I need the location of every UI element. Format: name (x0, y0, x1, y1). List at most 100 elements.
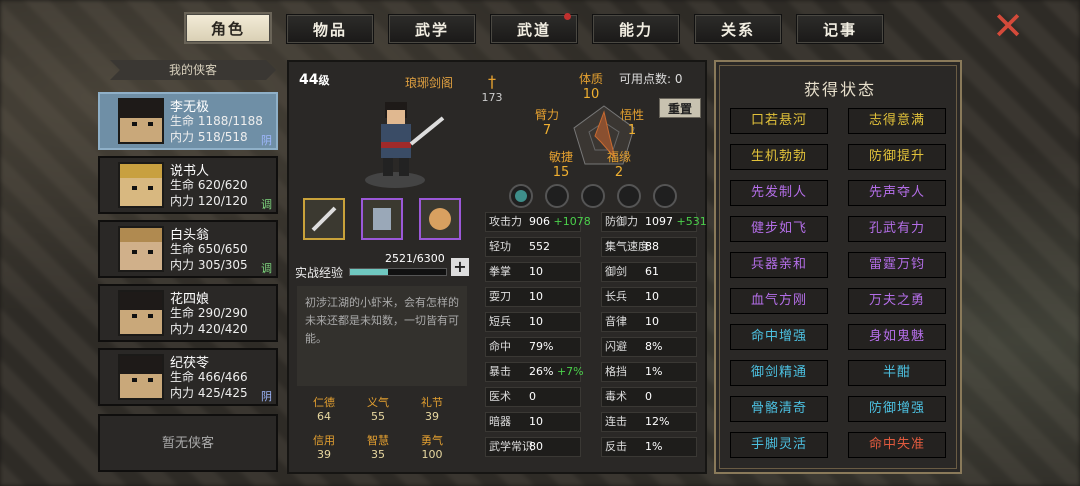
member-mp: 内力 425/425 (170, 386, 248, 400)
weapon-slot[interactable] (303, 198, 345, 240)
close-icon[interactable]: ✕ (990, 7, 1026, 45)
mask-icon (429, 208, 451, 230)
character-panel: 44级 琅琊剑阁 † 173 可用点数: 0 重置 体质 10 臂力 7 悟性 1 敏捷… (287, 60, 707, 474)
stat-label: 暗器 (489, 415, 511, 428)
stat-value: 552 (529, 240, 550, 253)
status-effect-button[interactable]: 防御提升 (848, 144, 946, 170)
stat-cell: 命中 79% (485, 337, 581, 357)
avatar (118, 98, 164, 144)
status-effect-button[interactable]: 防御增强 (848, 396, 946, 422)
status-effect-button[interactable]: 骨骼清奇 (730, 396, 828, 422)
tab-character[interactable]: 角色 (184, 12, 272, 44)
status-effect-button[interactable]: 雷霆万钧 (848, 252, 946, 278)
virtue: 礼节 39 (405, 394, 459, 423)
armor-slot[interactable] (361, 198, 403, 240)
party-member[interactable]: 说书人 生命 620/620 内力 120/120 调 (98, 156, 278, 214)
gem-slot[interactable] (653, 184, 677, 208)
party-member[interactable]: 纪茯苓 生命 466/466 内力 425/425 阴 (98, 348, 278, 406)
stat-cell: 拳掌 10 (485, 262, 581, 282)
attr-label: 体质 (578, 72, 603, 86)
member-mp: 内力 420/420 (170, 322, 248, 336)
status-effect-button[interactable]: 兵器亲和 (730, 252, 828, 278)
status-effect-button[interactable]: 孔武有力 (848, 216, 946, 242)
status-effect-button[interactable]: 志得意满 (848, 108, 946, 134)
stat-value: 12% (645, 415, 670, 428)
attr-label: 敏捷 (548, 150, 573, 164)
attr-constitution: 体质 10 (571, 70, 611, 102)
virtue-label: 仁德 (313, 396, 335, 409)
tab-martial-way-label: 武道 (516, 21, 551, 39)
avatar (118, 162, 164, 208)
notification-dot (564, 13, 571, 20)
tab-abilities[interactable]: 能力 (592, 14, 680, 44)
stat-label: 防御力 (605, 215, 638, 228)
stat-cell: 武学常识80 (485, 437, 581, 457)
virtue: 义气 55 (351, 394, 405, 423)
stat-cell: 集气速度88 (601, 237, 697, 257)
character-sprite (365, 102, 445, 188)
status-panel: 获得状态 口若悬河 志得意满 生机勃勃 防御提升 先发制人 先声夺人 健步如飞 孔武有力 兵器亲… (714, 60, 962, 474)
stat-value: 10 (529, 415, 543, 428)
gem-slot[interactable] (545, 184, 569, 208)
stat-label: 短兵 (489, 315, 511, 328)
attr-label: 悟性 (619, 108, 644, 122)
accessory-slot[interactable] (419, 198, 461, 240)
status-effect-button[interactable]: 健步如飞 (730, 216, 828, 242)
stat-value: 8% (645, 340, 663, 353)
party-member[interactable]: 李无极 生命 1188/1188 内力 518/518 阴 (98, 92, 278, 150)
status-effect-button[interactable]: 血气方刚 (730, 288, 828, 314)
virtue-value: 39 (425, 410, 439, 423)
virtue-value: 55 (371, 410, 385, 423)
status-effect-button[interactable]: 口若悬河 (730, 108, 828, 134)
stat-value: 1% (645, 365, 663, 378)
member-tag: 阴 (261, 390, 272, 403)
level-unit: 级 (318, 74, 330, 87)
status-effect-button[interactable]: 生机勃勃 (730, 144, 828, 170)
party-member[interactable]: 白头翁 生命 650/650 内力 305/305 调 (98, 220, 278, 278)
tab-relations[interactable]: 关系 (694, 14, 782, 44)
level-value: 44 (299, 72, 319, 88)
status-effect-button[interactable]: 半酣 (848, 360, 946, 386)
tab-martial-way[interactable]: 武道 (490, 13, 578, 44)
status-effect-button[interactable]: 万夫之勇 (848, 288, 946, 314)
status-effect-button[interactable]: 身如鬼魅 (848, 324, 946, 350)
stat-label: 武学常识 (489, 440, 533, 453)
armor-icon (373, 208, 391, 230)
reset-button[interactable]: 重置 (659, 98, 701, 118)
exp-label: 实战经验 (295, 266, 344, 280)
exp-bar (349, 268, 447, 276)
status-effect-button[interactable]: 命中失准 (848, 432, 946, 458)
status-effect-button[interactable]: 御剑精通 (730, 360, 828, 386)
stat-cell: 医术 0 (485, 387, 581, 407)
stat-label: 暴击 (489, 365, 511, 378)
add-exp-button[interactable]: + (451, 258, 469, 276)
exp-value: 2521/6300 (385, 252, 445, 265)
stat-value: 1% (645, 440, 663, 453)
stat-label: 命中 (489, 340, 511, 353)
status-effect-button[interactable]: 先声夺人 (848, 180, 946, 206)
stat-value: 0 (529, 390, 536, 403)
stat-cell: 闪避 8% (601, 337, 697, 357)
party-member[interactable]: 花四娘 生命 290/290 内力 420/420 (98, 284, 278, 342)
gem-slot[interactable] (509, 184, 533, 208)
status-effect-button[interactable]: 手脚灵活 (730, 432, 828, 458)
status-effect-button[interactable]: 先发制人 (730, 180, 828, 206)
tab-journal[interactable]: 记事 (796, 14, 884, 44)
attr-strength: 臂力 7 (527, 106, 567, 138)
stat-label: 医术 (489, 390, 511, 403)
gem-slot[interactable] (617, 184, 641, 208)
tab-martial-arts[interactable]: 武学 (388, 14, 476, 44)
gem-slot[interactable] (581, 184, 605, 208)
stat-cell: 防御力 1097 +531 (601, 212, 707, 232)
virtue: 信用 39 (297, 432, 351, 461)
stat-value: 906 (529, 215, 550, 228)
stat-cell: 暗器 10 (485, 412, 581, 432)
attr-agility: 敏捷 15 (541, 148, 581, 180)
stat-label: 闪避 (605, 340, 627, 353)
member-hp: 生命 466/466 (170, 370, 248, 384)
stat-cell: 毒术 0 (601, 387, 697, 407)
stat-cell: 攻击力 906 +1078 (485, 212, 591, 232)
status-effect-button[interactable]: 命中增强 (730, 324, 828, 350)
sword-icon: † (488, 72, 496, 91)
tab-items[interactable]: 物品 (286, 14, 374, 44)
